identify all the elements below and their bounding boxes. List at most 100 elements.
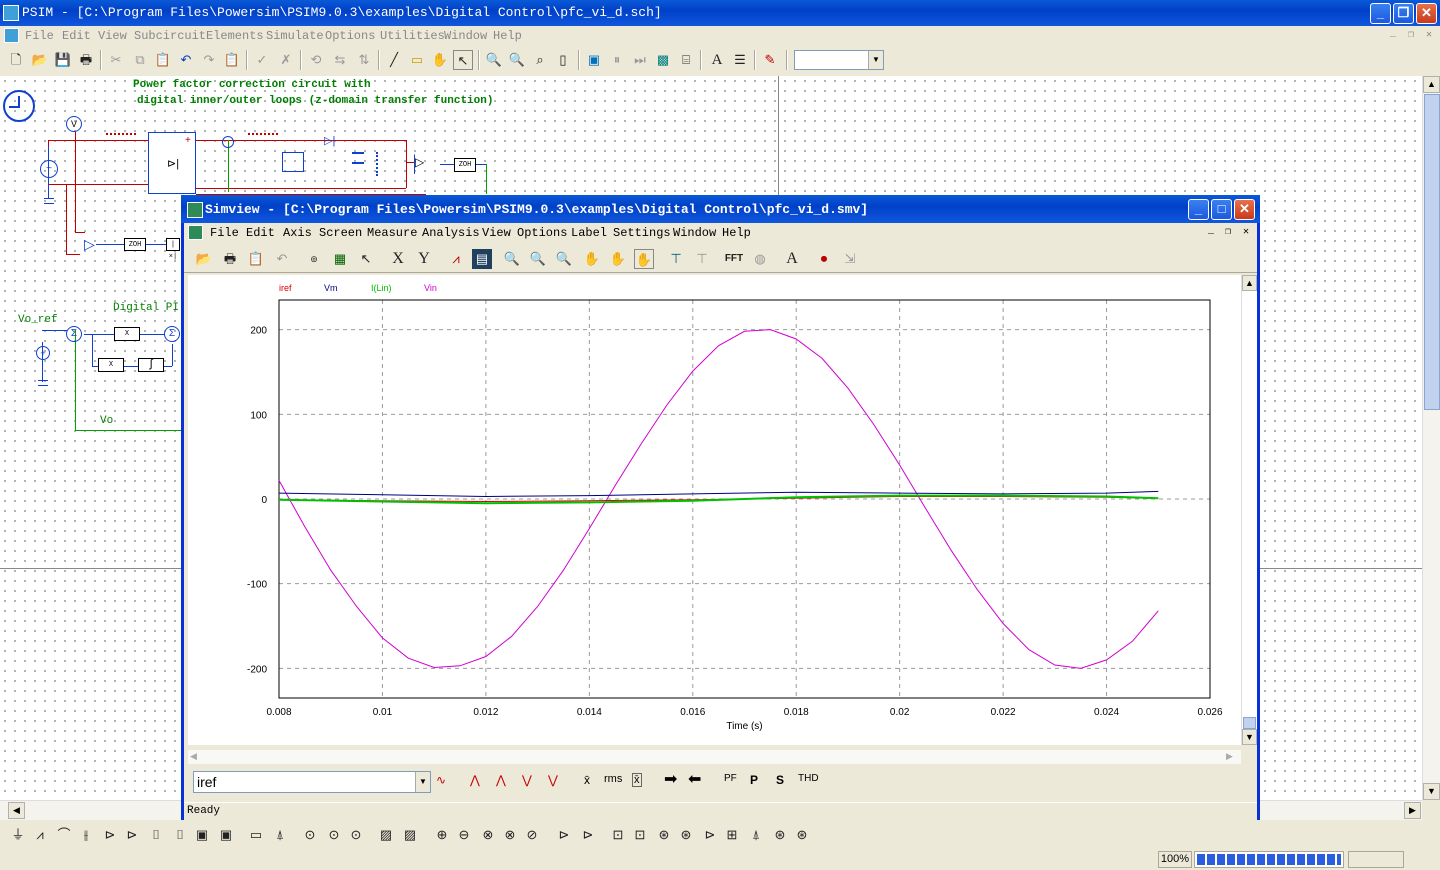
sv-menu-help[interactable]: Help <box>722 226 751 240</box>
boost-diode-icon[interactable]: ▷| <box>324 134 335 147</box>
sv-scroll-left-icon[interactable]: ◀ <box>190 751 197 762</box>
check-circuit-icon[interactable]: ✎ <box>760 50 780 70</box>
sv-left-arrow-icon[interactable]: ⬅ <box>688 769 701 789</box>
sv-scroll-right-icon[interactable]: ▶ <box>1226 751 1233 762</box>
waveform-chart[interactable]: 0.008 0.01 0.012 0.014 0.016 0.018 0.02 0.022 0.… <box>188 275 1241 745</box>
scroll-right-icon[interactable]: ▶ <box>1404 802 1421 819</box>
inductor-element-icon[interactable]: ⌒ <box>54 825 74 845</box>
sv-menu-edit[interactable]: Edit <box>246 226 275 240</box>
source-element-icon[interactable]: ⊙ <box>346 825 366 845</box>
sv-y-axis-button[interactable]: Y <box>414 249 434 269</box>
run-simulation-icon[interactable]: ▣ <box>584 50 604 70</box>
chevron-down-icon[interactable]: ▼ <box>868 51 883 69</box>
switch-ctrl-element-icon[interactable]: ⊛ <box>792 825 812 845</box>
triangle-source-icon[interactable]: ⊘ <box>522 825 542 845</box>
sv-measure-icon[interactable]: ⊤ <box>666 249 686 269</box>
menu-elements[interactable]: Elements <box>206 29 264 43</box>
sv-undo-icon[interactable]: ↶ <box>272 249 292 269</box>
ac-source-element-icon[interactable]: ⊖ <box>454 825 474 845</box>
sv-abs-avg-icon[interactable]: x̄ <box>632 773 642 787</box>
wire-icon[interactable]: ╱ <box>384 50 404 70</box>
multiplier-block-1[interactable]: X <box>114 327 140 341</box>
diode-element-icon[interactable]: ⊳ <box>100 825 120 845</box>
new-icon[interactable]: 🗋 <box>6 50 26 70</box>
zoom-fit-icon[interactable]: ⌕ <box>530 50 550 70</box>
restore-button[interactable]: ❐ <box>1393 3 1414 24</box>
main-titlebar[interactable]: PSIM - [C:\Program Files\Powersim\PSIM9.… <box>0 0 1440 26</box>
sv-menu-measure[interactable]: Measure <box>367 226 417 240</box>
sv-next-min-icon[interactable]: ⋁ <box>548 773 558 787</box>
resistor-icon[interactable] <box>376 152 384 176</box>
sensor-icon[interactable]: ▷ <box>414 154 428 174</box>
sv-menu-label[interactable]: Label <box>571 226 607 240</box>
sv-menu-screen[interactable]: Screen <box>319 226 362 240</box>
step-source-icon[interactable]: ⊗ <box>478 825 498 845</box>
sensor-triangle-icon[interactable]: ▷ <box>84 236 95 253</box>
sv-p-button[interactable]: P <box>750 773 758 787</box>
main-vertical-scrollbar[interactable]: ▲ ▼ <box>1422 76 1440 800</box>
sv-pan-icon[interactable]: ✋ <box>634 249 654 269</box>
plot-area[interactable]: 0.008 0.01 0.012 0.014 0.016 0.018 0.02 0.022 0.… <box>188 275 1241 745</box>
menu-subcircuit[interactable]: Subcircuit <box>134 29 206 43</box>
element-list-icon[interactable]: ⌸ <box>676 50 696 70</box>
mdi-close-icon[interactable]: ✕ <box>1426 29 1432 41</box>
sv-s-button[interactable]: S <box>776 773 784 787</box>
node-element-icon[interactable]: ⍋ <box>746 825 766 845</box>
sv-mdi-minimize-icon[interactable]: _ <box>1208 226 1214 237</box>
abs-block[interactable]: |×| <box>166 238 180 261</box>
sv-zoom-icon[interactable]: 🔍 <box>502 249 522 269</box>
rotate-icon[interactable]: ⟲ <box>306 50 326 70</box>
variable-select[interactable]: iref ▼ <box>193 771 431 793</box>
dc-source-icon[interactable]: + <box>36 346 50 360</box>
resistor-element-icon[interactable]: ⩘ <box>30 825 50 845</box>
igbt-switch-icon[interactable] <box>282 152 304 172</box>
label-icon[interactable]: ▭ <box>407 50 427 70</box>
check-icon[interactable]: ✓ <box>252 50 272 70</box>
scope2-element-icon[interactable]: ▨ <box>400 825 420 845</box>
flip-tb-icon[interactable]: ⇅ <box>354 50 374 70</box>
sv-data-icon[interactable]: ⊚ <box>304 249 324 269</box>
menu-help[interactable]: Help <box>493 29 522 43</box>
menu-view[interactable]: View <box>98 29 127 43</box>
sv-thd-button[interactable]: THD <box>798 773 819 784</box>
flip-lr-icon[interactable]: ⇆ <box>330 50 350 70</box>
sv-right-arrow-icon[interactable]: ➡ <box>664 769 677 789</box>
simview-maximize-button[interactable]: □ <box>1211 199 1232 220</box>
sv-menu-window[interactable]: Window <box>673 226 716 240</box>
voltmeter-icon[interactable]: V <box>66 116 82 132</box>
sv-mdi-restore-icon[interactable]: ❐ <box>1225 226 1231 238</box>
sv-add-curve-icon[interactable]: ⩘ <box>446 249 466 269</box>
sv-record-icon[interactable]: ⏺ <box>814 249 834 269</box>
scroll-thumb[interactable] <box>1424 94 1440 410</box>
page-icon[interactable]: ▯ <box>553 50 573 70</box>
mdi-minimize-icon[interactable]: _ <box>1390 29 1396 40</box>
menu-options[interactable]: Options <box>325 29 375 43</box>
chevron-down-icon[interactable]: ▼ <box>415 772 430 792</box>
multiplier-block-2[interactable]: X <box>98 358 124 372</box>
scroll-down-icon[interactable]: ▼ <box>1423 783 1440 800</box>
sv-scroll-thumb[interactable] <box>1243 717 1256 729</box>
sv-text-button[interactable]: A <box>782 249 802 269</box>
step-icon[interactable]: ⏭ <box>630 50 650 70</box>
sv-avg-icon[interactable]: x̄ <box>584 773 590 787</box>
sv-scroll-down-icon[interactable]: ▼ <box>1242 729 1257 745</box>
probe-element-icon[interactable]: ⍋ <box>270 825 290 845</box>
paste-icon[interactable]: 📋 <box>153 50 173 70</box>
sv-menu-analysis[interactable]: Analysis <box>422 226 480 240</box>
ground-element-icon[interactable]: ⏚ <box>8 825 28 845</box>
limiter-element-icon[interactable]: ⊳ <box>700 825 720 845</box>
integrator-block[interactable]: ∫ <box>138 358 164 372</box>
sv-zoom-out-icon[interactable]: 🔍 <box>554 249 574 269</box>
simview-window[interactable]: Simview - [C:\Program Files\Powersim\PSI… <box>181 195 1260 820</box>
select-icon[interactable]: ↖ <box>453 50 473 70</box>
ac-source-icon[interactable]: ~ <box>40 160 58 178</box>
scroll-left-icon[interactable]: ◀ <box>8 802 25 819</box>
current-sensor-icon[interactable] <box>222 136 234 148</box>
properties-icon[interactable]: ☰ <box>730 50 750 70</box>
sv-next-max-icon[interactable]: ⋀ <box>496 773 506 787</box>
sv-hand2-icon[interactable]: ✋ <box>608 249 628 269</box>
inductor-icon[interactable] <box>106 133 136 141</box>
mosfet-element-icon[interactable]: ⌷ <box>146 825 166 845</box>
boost-inductor-icon[interactable] <box>248 133 278 141</box>
sv-select-icon[interactable]: ↖ <box>356 249 376 269</box>
